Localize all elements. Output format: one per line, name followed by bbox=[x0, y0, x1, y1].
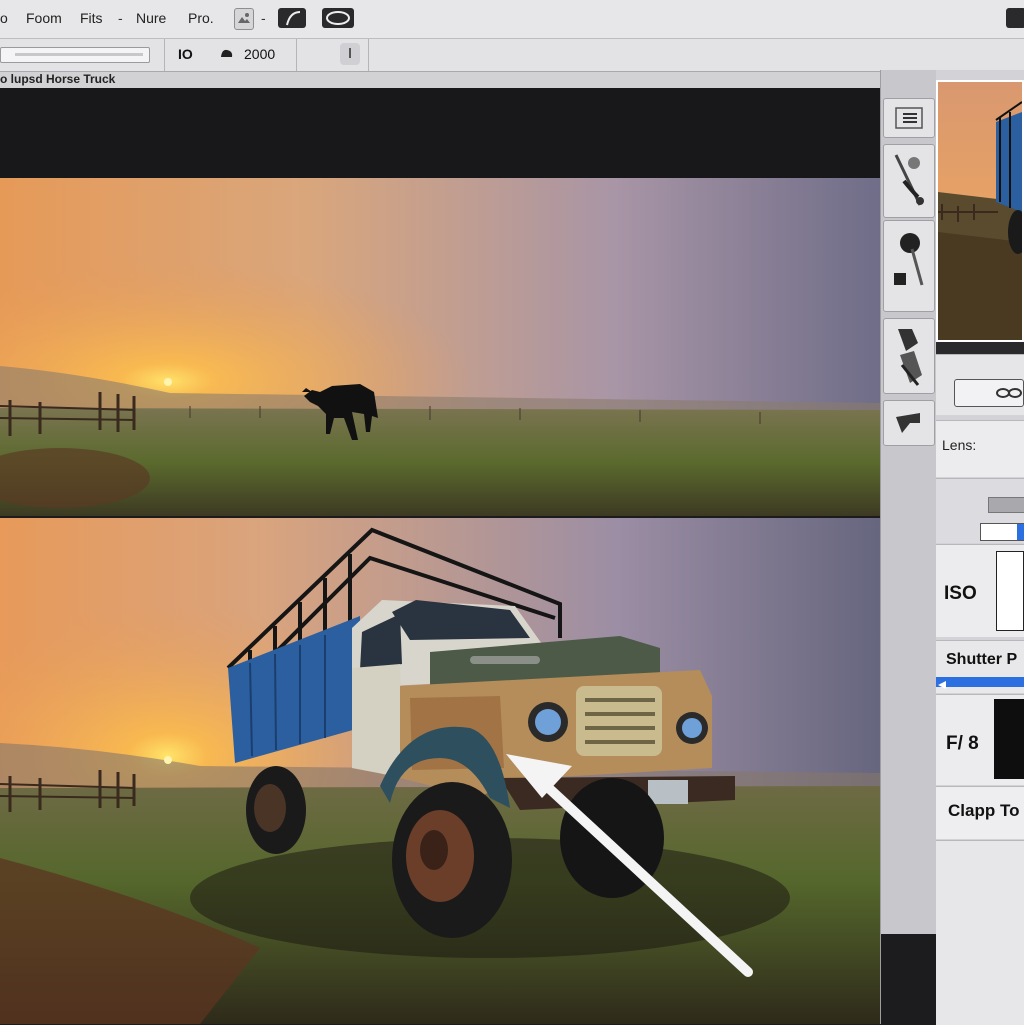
lens-toggle-row bbox=[936, 354, 1024, 415]
panel-divider bbox=[936, 342, 1024, 354]
menu-item-foom[interactable]: Foom bbox=[26, 10, 62, 26]
shutter-row: Shutter P bbox=[936, 640, 1024, 693]
shutter-slider[interactable] bbox=[936, 677, 1024, 689]
brush-icon bbox=[890, 151, 930, 216]
menu-item-pro[interactable]: Pro. bbox=[188, 10, 214, 26]
horse-photo bbox=[0, 178, 880, 516]
document-title: o lupsd Horse Truck bbox=[0, 72, 116, 86]
move-icon bbox=[892, 325, 928, 392]
layers-button[interactable] bbox=[883, 98, 935, 138]
divider bbox=[164, 39, 165, 71]
tools-footer bbox=[881, 934, 937, 1024]
range-slider-bottom[interactable] bbox=[980, 523, 1024, 541]
canvas-background bbox=[0, 88, 880, 178]
properties-panel: Lens: ISO Shutter P F/ 8 Clapp To bbox=[936, 70, 1024, 1025]
range-slider-top[interactable] bbox=[988, 497, 1024, 513]
blob-icon bbox=[218, 45, 236, 68]
tools-column bbox=[880, 70, 937, 1024]
lock-icon[interactable] bbox=[340, 43, 360, 65]
lens-label: Lens: bbox=[942, 437, 977, 453]
menu-item-fits[interactable]: Fits bbox=[80, 10, 103, 26]
truck-photo bbox=[0, 518, 880, 1024]
iso-label: ISO bbox=[944, 583, 977, 604]
size-label: IO bbox=[178, 46, 193, 62]
move-tool-button[interactable] bbox=[883, 318, 935, 394]
document-tab[interactable]: o lupsd Horse Truck bbox=[0, 72, 880, 88]
options-bar: IO 2000 bbox=[0, 39, 1024, 72]
crop-icon bbox=[894, 411, 924, 440]
panel-empty-area bbox=[936, 840, 1024, 1025]
list-icon bbox=[894, 105, 924, 136]
menu-separator-2: - bbox=[261, 10, 266, 26]
dodge-tool-button[interactable] bbox=[883, 220, 935, 312]
lens-row: Lens: bbox=[936, 420, 1024, 477]
dodge-icon bbox=[892, 229, 928, 306]
clamp-row: Clapp To bbox=[936, 786, 1024, 839]
aperture-row: F/ 8 bbox=[936, 694, 1024, 785]
divider-2 bbox=[296, 39, 297, 71]
crop-tool-button[interactable] bbox=[883, 400, 935, 446]
window-control-icon[interactable] bbox=[1006, 8, 1024, 28]
ellipse-tool-icon[interactable] bbox=[322, 8, 354, 28]
slider-track bbox=[15, 53, 143, 56]
brush-tool-button[interactable] bbox=[883, 144, 935, 218]
shutter-label: Shutter P bbox=[946, 651, 1018, 668]
image-icon[interactable] bbox=[234, 8, 254, 30]
iso-row: ISO bbox=[936, 544, 1024, 637]
iso-input[interactable] bbox=[996, 551, 1024, 631]
crop-tool-icon[interactable] bbox=[278, 8, 306, 28]
navigator-thumbnail[interactable] bbox=[936, 80, 1024, 342]
aperture-label: F/ 8 bbox=[946, 733, 979, 754]
divider-3 bbox=[368, 39, 369, 71]
menu-separator: - bbox=[118, 10, 123, 26]
brush-size-slider[interactable] bbox=[0, 47, 150, 63]
slider-row bbox=[936, 478, 1024, 543]
menu-item-nure[interactable]: Nure bbox=[136, 10, 166, 26]
menu-item-o[interactable]: o bbox=[0, 10, 8, 26]
opacity-value[interactable]: 2000 bbox=[244, 46, 275, 62]
menu-bar: o Foom Fits - Nure Pro. - bbox=[0, 0, 1024, 39]
lens-toggle-button[interactable] bbox=[954, 379, 1024, 407]
aperture-swatch[interactable] bbox=[994, 699, 1024, 779]
clamp-label[interactable]: Clapp To bbox=[948, 801, 1019, 821]
slider-fill bbox=[1017, 524, 1024, 540]
